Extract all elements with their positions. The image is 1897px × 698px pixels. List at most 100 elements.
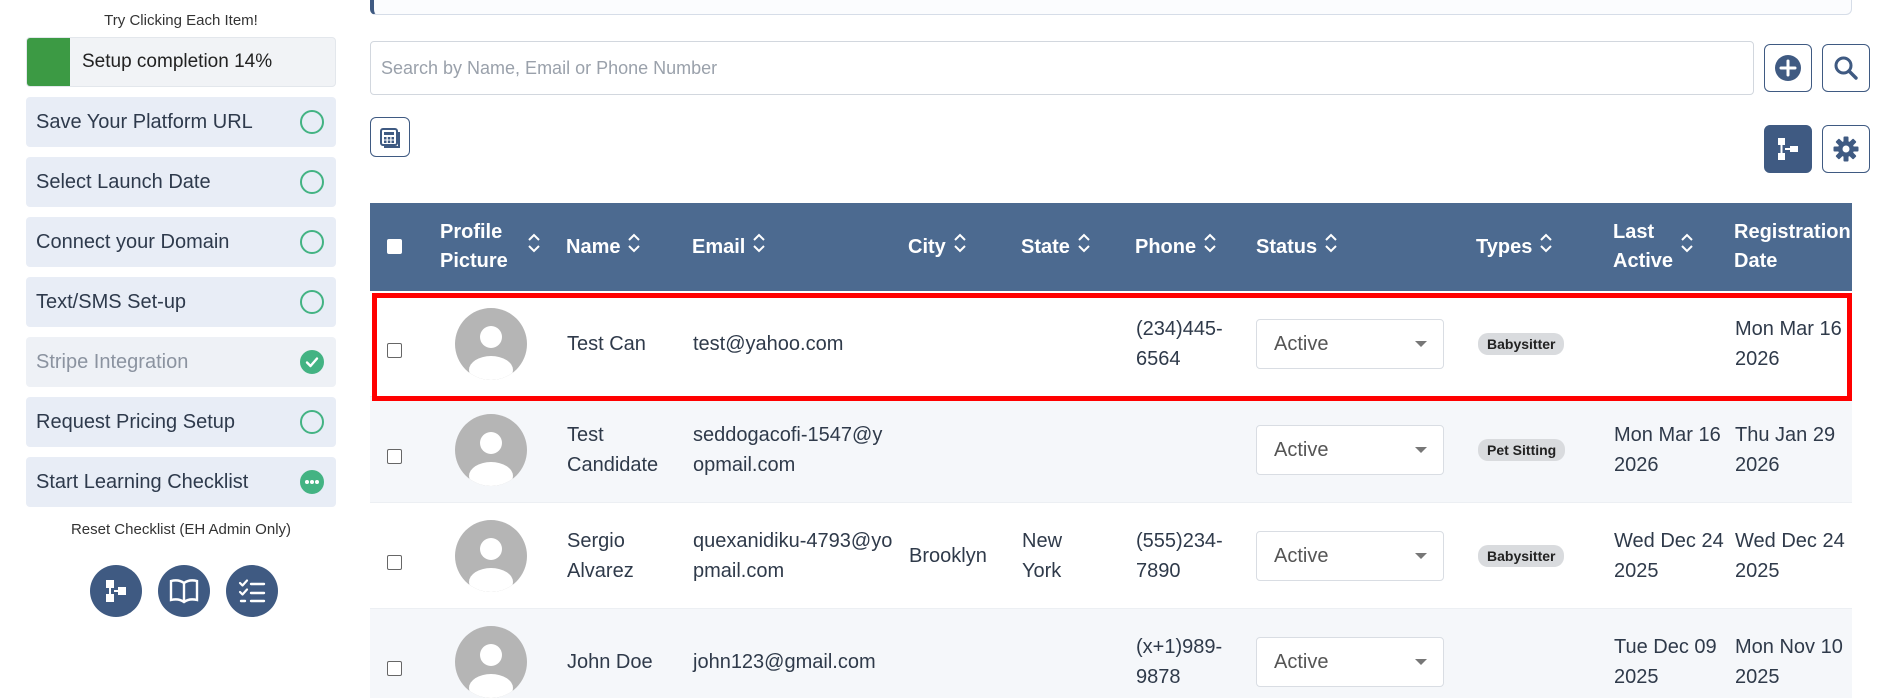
avatar: [455, 626, 527, 698]
cell-phone: (234)445-6564: [1136, 318, 1223, 370]
column-header-label: Profile Picture: [440, 221, 508, 272]
checklist-item-learning[interactable]: Start Learning Checklist: [26, 457, 336, 507]
columns-button[interactable]: [1764, 125, 1812, 173]
table-row[interactable]: John Doe john123@gmail.com (x+1)989-9878…: [370, 609, 1852, 698]
sort-icon: [1204, 232, 1216, 263]
checklist-item-label: Request Pricing Setup: [36, 410, 236, 433]
cell-city: Brooklyn: [909, 545, 987, 567]
cell-name: Sergio Alvarez: [567, 530, 634, 582]
checklist-item-pricing[interactable]: Request Pricing Setup: [26, 397, 336, 447]
status-select[interactable]: Active: [1256, 319, 1444, 369]
row-checkbox[interactable]: [387, 555, 402, 570]
cell-last-active: Wed Dec 24 2025: [1614, 530, 1724, 582]
cell-name: John Doe: [567, 651, 653, 673]
caret-down-icon: [1415, 341, 1427, 347]
cell-email: john123@gmail.com: [693, 651, 876, 673]
sitemap-icon: [1778, 138, 1798, 160]
cell-name: Test Can: [567, 333, 646, 355]
sort-icon: [528, 232, 540, 263]
column-header-name[interactable]: Name: [566, 232, 641, 263]
export-button[interactable]: [370, 117, 410, 157]
book-open-icon: [169, 579, 199, 604]
setup-sidebar: Try Clicking Each Item! Setup completion…: [26, 0, 336, 698]
circle-outline-icon: [300, 230, 324, 254]
status-select-value: Active: [1274, 544, 1329, 567]
search-button[interactable]: [1822, 44, 1870, 92]
checklist-hint: Try Clicking Each Item!: [104, 12, 258, 29]
row-checkbox[interactable]: [387, 449, 402, 464]
settings-button[interactable]: [1822, 125, 1870, 173]
cell-registration-date: Wed Dec 24 2025: [1735, 530, 1845, 582]
checklist-item-stripe[interactable]: Stripe Integration: [26, 337, 336, 387]
column-header-status[interactable]: Status: [1256, 232, 1337, 263]
table-row[interactable]: Sergio Alvarez quexanidiku-4793@yopmail.…: [370, 503, 1852, 609]
column-header-label: Last Active: [1613, 221, 1674, 272]
cell-phone: (555)234-7890: [1136, 530, 1223, 582]
checklist-item-label: Select Launch Date: [36, 170, 211, 193]
column-header-last-active[interactable]: Last Active: [1613, 218, 1693, 276]
circle-outline-icon: [300, 290, 324, 314]
add-button[interactable]: [1764, 44, 1812, 92]
sitemap-button[interactable]: [90, 565, 142, 617]
row-checkbox[interactable]: [387, 343, 402, 358]
sort-icon: [628, 232, 641, 263]
status-select-value: Active: [1274, 650, 1329, 673]
avatar: [455, 520, 527, 592]
checklist-item-platform-url[interactable]: Save Your Platform URL: [26, 97, 336, 147]
checklist-button[interactable]: [226, 565, 278, 617]
table-row[interactable]: Test Can test@yahoo.com (234)445-6564 Ac…: [370, 291, 1852, 397]
checklist-item-launch-date[interactable]: Select Launch Date: [26, 157, 336, 207]
checklist-item-domain[interactable]: Connect your Domain: [26, 217, 336, 267]
column-header-state[interactable]: State: [1021, 232, 1090, 263]
setup-checklist: Save Your Platform URL Select Launch Dat…: [26, 97, 336, 517]
setup-progress: Setup completion 14%: [26, 37, 336, 87]
column-header-label: Phone: [1135, 235, 1197, 258]
ellipsis-circle-icon: [300, 470, 324, 494]
column-header-registration-date[interactable]: Registration Date: [1734, 218, 1852, 276]
cell-state: New York: [1022, 530, 1063, 582]
sort-icon: [1540, 232, 1553, 263]
search-input[interactable]: [370, 41, 1754, 95]
status-select[interactable]: Active: [1256, 637, 1444, 687]
type-badge: Babysitter: [1478, 333, 1565, 355]
column-header-phone[interactable]: Phone: [1135, 232, 1216, 263]
row-checkbox[interactable]: [387, 661, 402, 676]
checklist-item-sms[interactable]: Text/SMS Set-up: [26, 277, 336, 327]
progress-fill: [27, 38, 70, 86]
book-button[interactable]: [158, 565, 210, 617]
cell-name: Test Candidate: [567, 424, 659, 476]
cell-registration-date: Mon Mar 16 2026: [1735, 318, 1842, 370]
select-all-checkbox[interactable]: [387, 239, 402, 254]
circle-outline-icon: [300, 170, 324, 194]
circle-outline-icon: [300, 410, 324, 434]
status-select[interactable]: Active: [1256, 425, 1444, 475]
info-banner: [370, 0, 1852, 15]
checklist-item-label: Start Learning Checklist: [36, 470, 249, 493]
column-header-city[interactable]: City: [908, 232, 966, 263]
reset-checklist-link[interactable]: Reset Checklist (EH Admin Only): [26, 521, 336, 538]
table-row[interactable]: Test Candidate seddogacofi-1547@yopmail.…: [370, 397, 1852, 503]
search-icon: [1834, 56, 1858, 80]
cell-registration-date: Mon Nov 10 2025: [1735, 636, 1843, 688]
checklist-item-label: Connect your Domain: [36, 230, 230, 253]
main-content: Profile Picture Name Email City State Ph…: [370, 0, 1877, 698]
calculator-icon: [380, 128, 400, 148]
column-header-profile-picture[interactable]: Profile Picture: [440, 218, 540, 276]
status-select[interactable]: Active: [1256, 531, 1444, 581]
cell-email: quexanidiku-4793@yopmail.com: [693, 530, 893, 582]
table-header: Profile Picture Name Email City State Ph…: [370, 203, 1852, 291]
column-header-label: State: [1021, 235, 1070, 258]
sort-icon: [1681, 232, 1693, 263]
column-header-email[interactable]: Email: [692, 232, 766, 263]
sort-icon: [954, 232, 966, 263]
checklist-item-label: Stripe Integration: [36, 350, 189, 373]
column-header-types[interactable]: Types: [1476, 232, 1553, 263]
checklist-item-label: Save Your Platform URL: [36, 110, 253, 133]
cell-email: seddogacofi-1547@yopmail.com: [693, 424, 883, 476]
cell-last-active: Tue Dec 09 2025: [1614, 636, 1717, 688]
type-badge: Babysitter: [1478, 545, 1565, 567]
column-header-label: City: [908, 235, 946, 258]
caret-down-icon: [1415, 447, 1427, 453]
cell-last-active: Mon Mar 16 2026: [1614, 424, 1721, 476]
sort-icon: [1078, 232, 1090, 263]
